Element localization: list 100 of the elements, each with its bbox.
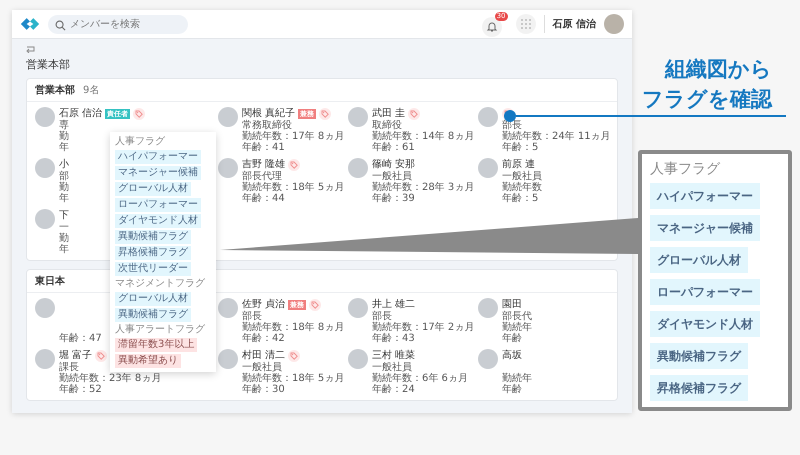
member-name[interactable]: 高坂 [502, 350, 522, 361]
tenure-text: 勤続年数：18年 5ヵ月 [242, 182, 344, 193]
tenure-text: 勤 [59, 233, 69, 244]
avatar[interactable] [218, 298, 238, 318]
tenure-text: 勤続年数：28年 3ヵ月 [372, 182, 474, 193]
tag-icon[interactable] [309, 298, 322, 310]
member-name[interactable]: 村田 清二 [242, 350, 286, 361]
tag-icon[interactable] [133, 108, 146, 120]
avatar[interactable] [218, 349, 238, 369]
tenure-text: 勤続年数 [502, 182, 542, 193]
tag-icon[interactable] [408, 108, 420, 120]
tenure-text: 勤 [59, 131, 69, 142]
avatar[interactable] [35, 209, 55, 229]
job-title: 取締役 [372, 120, 402, 131]
member-name[interactable]: 関根 真紀子 [242, 108, 296, 119]
member-name[interactable]: 堀 富子 [59, 350, 92, 361]
age-text: 年齢：24 [372, 384, 415, 395]
flag-tag: マネージャー候補 [650, 215, 760, 241]
avatar[interactable] [478, 349, 498, 369]
flag-group-title: マネジメントフラグ [115, 278, 205, 290]
job-title: 部 [59, 171, 69, 182]
callout-title: 人事フラグ [650, 160, 722, 178]
avatar[interactable] [35, 107, 55, 127]
age-text: 年齢：47 [59, 333, 102, 344]
back-icon[interactable] [26, 45, 36, 53]
avatar[interactable] [478, 298, 498, 318]
member-name[interactable]: 下 [59, 210, 69, 221]
department-name: 東日本 [35, 274, 65, 288]
tenure-text: 勤続年数：17年 8ヵ月 [242, 131, 344, 142]
age-text: 年齢：39 [372, 193, 415, 204]
member-name[interactable]: 井上 雄二 [372, 299, 416, 310]
page-title: 営業本部 [26, 57, 71, 72]
flag-tag: 次世代リーダー [115, 262, 191, 276]
headline-text: フラグを確認 [642, 86, 772, 112]
age-text: 年齢：5 [502, 142, 538, 153]
flag-tag: グローバル人材 [115, 292, 191, 306]
avatar[interactable] [218, 107, 238, 127]
flag-tag: 昇格候補フラグ [115, 246, 191, 260]
search-icon [55, 20, 66, 30]
age-text: 年齢 [502, 384, 522, 395]
job-title: 課長 [59, 362, 79, 373]
job-title: 部長 [372, 311, 392, 322]
flag-tag: 異動候補フラグ [650, 343, 748, 369]
avatar[interactable] [348, 158, 368, 178]
member-name[interactable]: 前原 連 [502, 159, 536, 170]
flag-tag: マネージャー候補 [115, 166, 201, 180]
avatar[interactable] [348, 298, 368, 318]
member-name[interactable]: 武田 圭 [372, 108, 406, 119]
avatar[interactable] [348, 107, 368, 127]
member-name[interactable]: 三村 唯菜 [372, 350, 416, 361]
avatar[interactable] [478, 107, 498, 127]
age-text: 年齢：5 [502, 193, 538, 204]
age-text: 年齢：41 [242, 142, 285, 153]
avatar[interactable] [478, 158, 498, 178]
search-field[interactable]: メンバーを検索 [48, 14, 188, 34]
logo-icon [20, 17, 40, 31]
flag-group-title: 人事アラートフラグ [115, 324, 205, 336]
tag-icon[interactable] [95, 350, 108, 362]
flag-tag: 異動希望あり [115, 354, 181, 368]
job-title: 一 [59, 222, 69, 233]
avatar[interactable] [35, 298, 55, 318]
member-name[interactable]: 園田 [502, 299, 522, 310]
tenure-text: 勤続年数：18年 8ヵ月 [242, 322, 344, 333]
member-name[interactable]: 篠崎 安那 [372, 159, 416, 170]
tag-icon[interactable] [319, 108, 332, 120]
member-name[interactable]: 石原 信治 [59, 108, 102, 119]
job-title: 一般社員 [372, 362, 412, 373]
user-avatar[interactable] [604, 14, 624, 34]
tenure-text: 勤続年数：24年 11ヵ月 [502, 131, 611, 142]
age-text: 年 [59, 142, 69, 153]
age-text: 年齢：44 [242, 193, 285, 204]
job-title: 一般社員 [372, 171, 412, 182]
tenure-text: 勤続年数：17年 2ヵ月 [372, 322, 474, 333]
job-title: 部長代 [502, 311, 532, 322]
avatar[interactable] [348, 349, 368, 369]
flag-tag: ハイパフォーマー [115, 150, 201, 164]
member-name[interactable]: 小 [59, 159, 69, 170]
tag-icon[interactable] [288, 158, 300, 170]
age-text: 年 [59, 193, 69, 204]
job-title: 部長 [242, 311, 262, 322]
avatar[interactable] [35, 158, 55, 178]
job-title: 部長代理 [242, 171, 282, 182]
age-text: 年齢 [502, 333, 522, 344]
tag-icon[interactable] [288, 350, 300, 362]
flag-tag: グローバル人材 [650, 247, 748, 273]
flag-tag: 異動候補フラグ [115, 308, 191, 322]
member-count: 9名 [83, 84, 100, 97]
member-name[interactable]: 吉野 隆雄 [242, 159, 286, 170]
avatar[interactable] [35, 349, 55, 369]
job-title: 一般社員 [502, 171, 542, 182]
avatar[interactable] [218, 158, 238, 178]
flag-tag: ダイヤモンド人材 [115, 214, 201, 228]
apps-grid-icon[interactable] [516, 14, 536, 34]
notification-button[interactable] [482, 16, 502, 36]
tenure-text: 勤続年数：6年 6ヵ月 [372, 373, 468, 384]
tenure-text: 勤続年 [502, 322, 532, 333]
member-name[interactable]: 佐野 貞治 [242, 299, 286, 310]
department-name: 営業本部 [35, 84, 75, 97]
job-title: 常務取締役 [242, 120, 292, 131]
age-text: 年 [59, 244, 69, 255]
